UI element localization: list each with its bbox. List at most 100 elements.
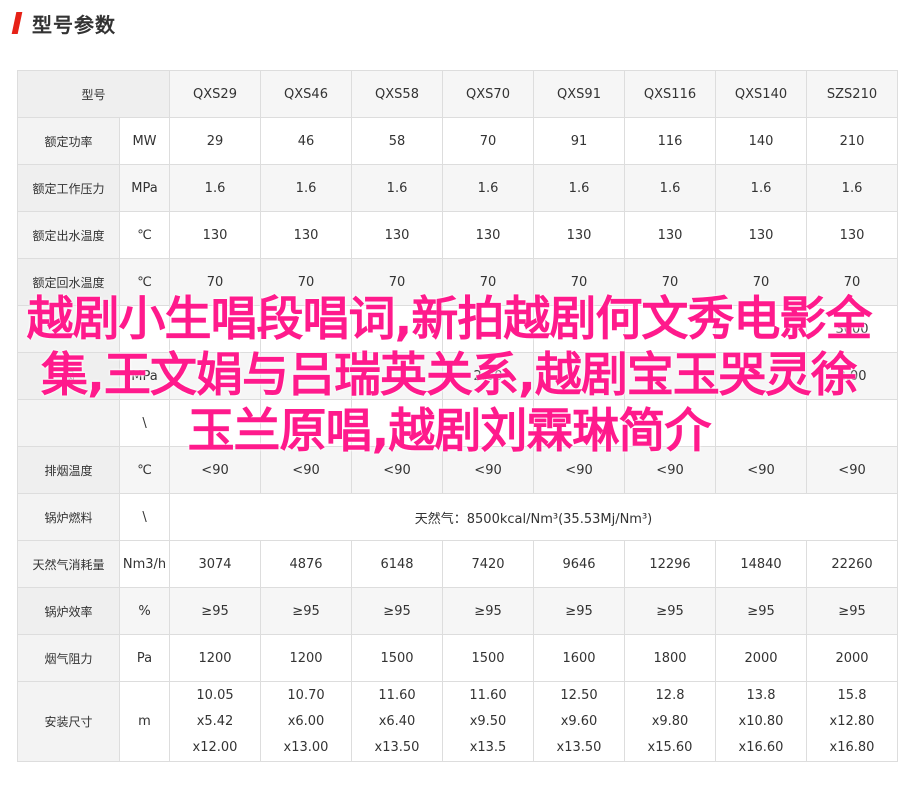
value-cell: 1500 [442, 634, 535, 682]
model-header: QXS70 [442, 70, 535, 118]
value-cell: 7420 [442, 540, 535, 588]
value-cell: 1200 [169, 634, 262, 682]
value-cell: 130 [624, 211, 717, 259]
model-header: SZS210 [806, 70, 899, 118]
model-header: QXS116 [624, 70, 717, 118]
table-row: 额定工作压力 MPa 1.6 1.6 1.6 1.6 1.6 1.6 1.6 1.6 [17, 164, 899, 212]
row-unit: ℃ [118, 211, 171, 259]
size-cell: 11.60 x6.40 x13.50 [351, 681, 444, 762]
size-line: x12.80 [829, 713, 875, 729]
table-row-fuel: 锅炉燃料 \ 天然气：8500kcal/Nm³(35.53Mj/Nm³) [17, 493, 899, 541]
row-unit: \ [118, 493, 171, 541]
row-label: 烟气阻力 [17, 634, 120, 682]
value-cell: 12296 [624, 540, 717, 588]
row-unit: m [118, 681, 171, 762]
size-line: 10.05 [196, 687, 234, 703]
size-cell: 15.8 x12.80 x16.80 [806, 681, 899, 762]
value-cell: 29 [169, 117, 262, 165]
row-label: 锅炉燃料 [17, 493, 120, 541]
model-header: QXS140 [715, 70, 808, 118]
value-cell: 130 [442, 211, 535, 259]
value-cell: 130 [806, 211, 899, 259]
value-cell: 6148 [351, 540, 444, 588]
fuel-value: 天然气：8500kcal/Nm³(35.53Mj/Nm³) [169, 493, 899, 541]
table-row: 锅炉效率% ≥95 ≥95 ≥95 ≥95 ≥95 ≥95 ≥95 ≥95 [17, 587, 899, 635]
size-cell: 10.70 x6.00 x13.00 [260, 681, 353, 762]
value-cell: 1.6 [533, 164, 626, 212]
row-label: 额定功率 [17, 117, 120, 165]
table-row-size: 安装尺寸 m 10.05 x5.42 x12.00 10.70 x6.00 x13.00 1… [17, 681, 899, 762]
value-cell: 91 [533, 117, 626, 165]
value-cell: 1500 [351, 634, 444, 682]
size-line: x13.00 [283, 739, 329, 755]
row-unit: MW [118, 117, 171, 165]
table-row: 额定出水温度 ℃ 130 130 130 130 130 130 130 130 [17, 211, 899, 259]
value-cell: ≥95 [351, 587, 444, 635]
value-cell: 58 [351, 117, 444, 165]
value-cell: 1.6 [169, 164, 262, 212]
value-cell: 1600 [533, 634, 626, 682]
section-header: 型号参数 [11, 8, 116, 38]
value-cell: 1.6 [260, 164, 353, 212]
value-cell: 140 [715, 117, 808, 165]
value-cell: 70 [442, 117, 535, 165]
size-line: 11.60 [469, 687, 507, 703]
row-label: 安装尺寸 [17, 681, 120, 762]
size-line: x13.50 [374, 739, 420, 755]
value-cell: 3074 [169, 540, 262, 588]
value-cell: 130 [169, 211, 262, 259]
size-line: 12.8 [655, 687, 685, 703]
size-line: x16.80 [829, 739, 875, 755]
table-row: 额定功率 MW 29 46 58 70 91 116 140 210 [17, 117, 899, 165]
value-cell: ≥95 [806, 587, 899, 635]
size-line: 10.70 [287, 687, 325, 703]
row-unit: Pa [118, 634, 171, 682]
table-row: 天然气消耗量 Nm3/h 3074 4876 6148 7420 9646 12296 1484… [17, 540, 899, 588]
rows-group-b: 天然气消耗量 Nm3/h 3074 4876 6148 7420 9646 12296 1484… [17, 540, 899, 682]
size-line: 11.60 [378, 687, 416, 703]
model-header: QXS46 [260, 70, 353, 118]
value-cell: ≥95 [442, 587, 535, 635]
model-header: QXS29 [169, 70, 262, 118]
value-cell: 1.6 [715, 164, 808, 212]
size-line: x9.50 [469, 713, 507, 729]
size-line: 13.8 [746, 687, 776, 703]
size-line: x13.5 [469, 739, 507, 755]
size-line: 12.50 [560, 687, 598, 703]
value-cell: ≥95 [715, 587, 808, 635]
row-unit: MPa [118, 164, 171, 212]
value-cell: 1.6 [351, 164, 444, 212]
size-line: x6.40 [378, 713, 416, 729]
table-row: 烟气阻力 Pa 1200 1200 1500 1500 1600 1800 2000 2000 [17, 634, 899, 682]
table-header-row: 型号 QXS29 QXS46 QXS58 QXS70 QXS91 QXS116 … [16, 70, 899, 118]
size-cell: 13.8 x10.80 x16.60 [715, 681, 808, 762]
size-line: x9.80 [651, 713, 689, 729]
value-cell: 22260 [806, 540, 899, 588]
value-cell: ≥95 [169, 587, 262, 635]
overlay-headline: 越剧小生唱段唱词,新拍越剧何文秀电影全集,王文娟与吕瑞英关系,越剧宝玉哭灵徐玉兰… [26, 292, 873, 459]
size-line: x16.60 [738, 739, 784, 755]
size-line: 15.8 [837, 687, 867, 703]
value-cell: 1.6 [806, 164, 899, 212]
value-cell: ≥95 [624, 587, 717, 635]
size-line: x10.80 [738, 713, 784, 729]
model-header: QXS91 [533, 70, 626, 118]
header-row-label: 型号 [16, 70, 171, 118]
size-line: x12.00 [192, 739, 238, 755]
section-title: 型号参数 [32, 12, 116, 37]
value-cell: 2000 [806, 634, 899, 682]
row-unit: % [118, 587, 171, 635]
value-cell: 210 [806, 117, 899, 165]
size-cell: 12.8 x9.80 x15.60 [624, 681, 717, 762]
value-cell: 14840 [715, 540, 808, 588]
row-label: 额定出水温度 [17, 211, 120, 259]
value-cell: 2000 [715, 634, 808, 682]
value-cell: 1200 [260, 634, 353, 682]
value-cell: 1.6 [442, 164, 535, 212]
value-cell: 1.6 [624, 164, 717, 212]
value-cell: 116 [624, 117, 717, 165]
value-cell: 9646 [533, 540, 626, 588]
value-cell: 130 [533, 211, 626, 259]
value-cell: 4876 [260, 540, 353, 588]
value-cell: 130 [715, 211, 808, 259]
